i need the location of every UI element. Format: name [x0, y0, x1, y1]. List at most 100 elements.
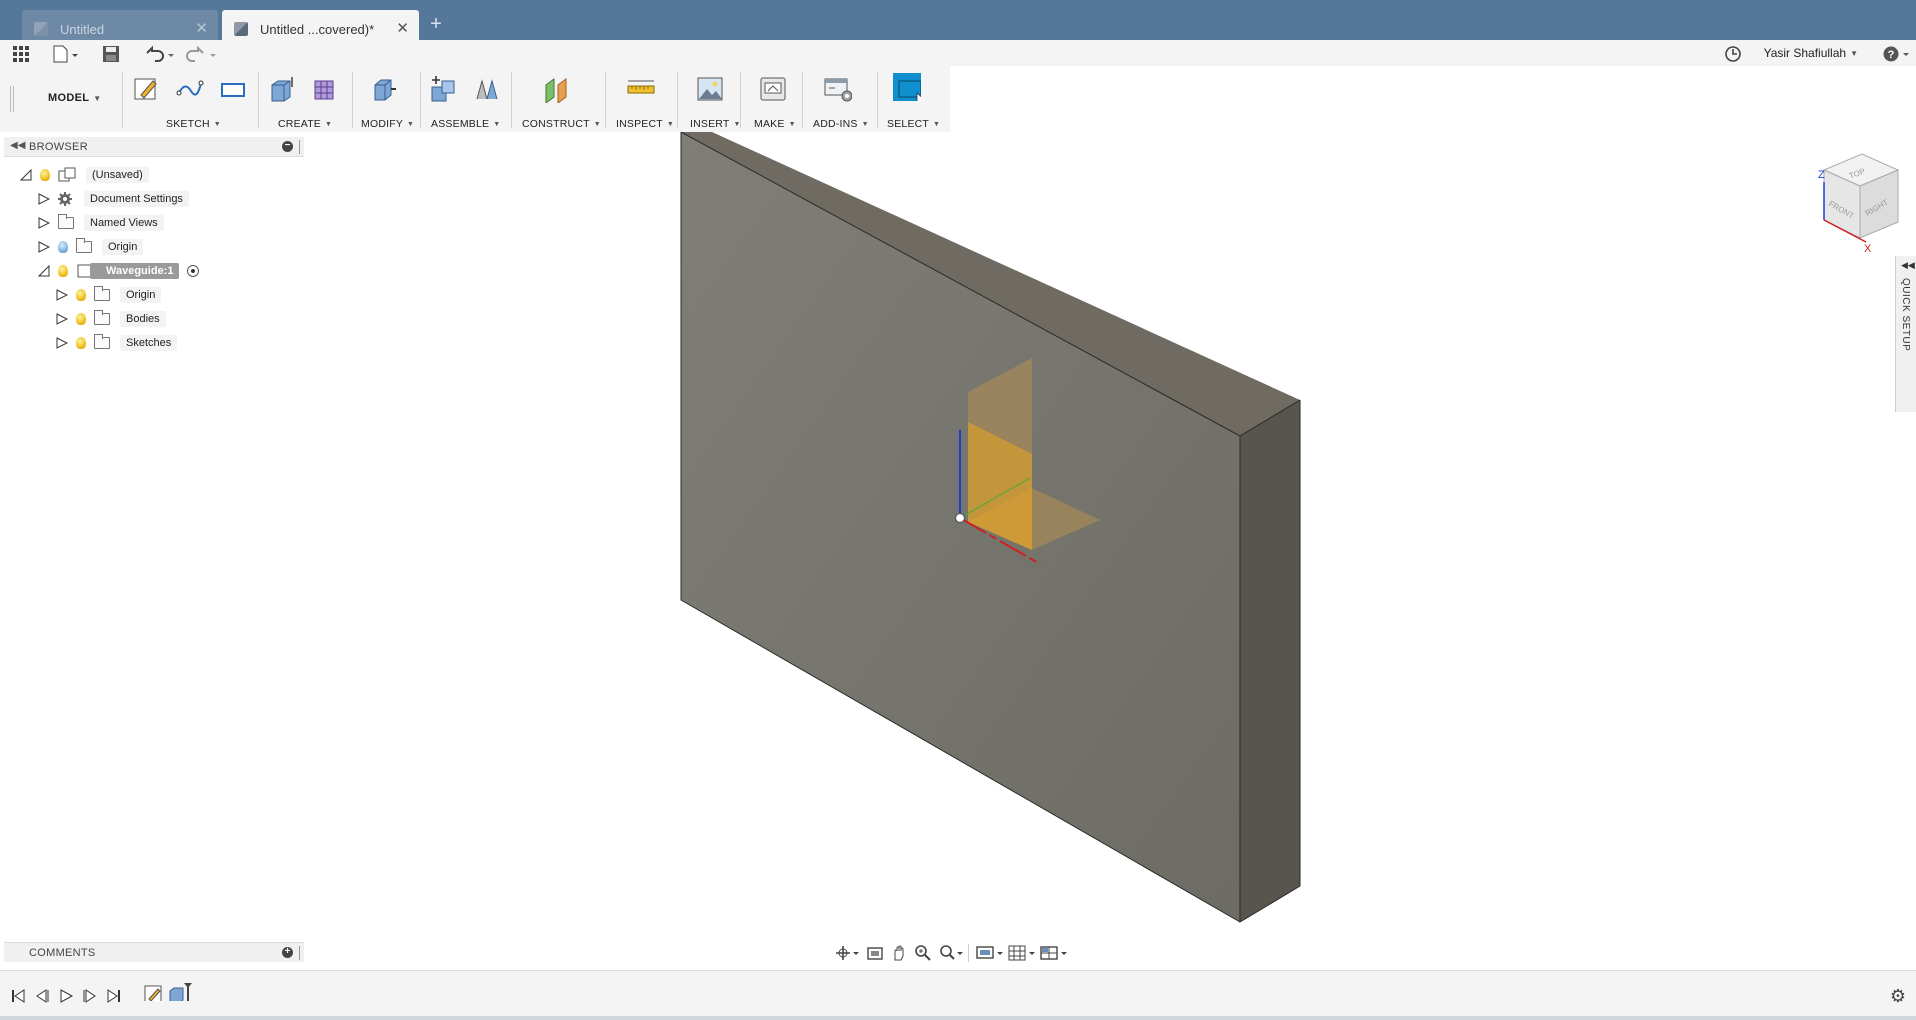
timeline-settings-gear-icon[interactable]: ⚙ — [1890, 986, 1906, 1007]
tree-item-label: Named Views — [84, 215, 164, 231]
go-to-start-icon[interactable] — [10, 987, 26, 1005]
tree-item-named-views[interactable]: Named Views — [38, 213, 164, 233]
quick-setup-panel-tab[interactable]: ◀◀ QUICK SETUP — [1895, 256, 1916, 412]
add-ins-menu[interactable]: ADD-INS ▼ — [813, 118, 869, 130]
orbit-icon[interactable] — [834, 944, 860, 962]
rectangle-tool-icon[interactable] — [219, 75, 247, 103]
close-icon[interactable]: ✕ — [396, 20, 409, 38]
collapsed-triangle-icon[interactable] — [56, 337, 68, 349]
toolbar-divider — [677, 72, 678, 128]
look-at-icon[interactable] — [866, 944, 884, 962]
play-icon[interactable] — [58, 987, 74, 1005]
viewports-icon[interactable] — [1040, 944, 1068, 962]
close-icon[interactable]: ✕ — [195, 20, 208, 38]
collapsed-triangle-icon[interactable] — [56, 289, 68, 301]
visibility-bulb-icon[interactable] — [40, 169, 50, 181]
add-comment-icon[interactable]: + — [282, 947, 293, 958]
form-icon[interactable] — [311, 75, 339, 103]
tree-item-origin[interactable]: Origin — [38, 237, 144, 257]
scripts-addins-icon[interactable] — [824, 75, 852, 103]
select-menu[interactable]: SELECT ▼ — [887, 118, 940, 130]
offset-plane-icon[interactable] — [543, 75, 571, 103]
step-back-icon[interactable] — [34, 987, 50, 1005]
timeline-extrude-feature-icon[interactable] — [168, 983, 196, 1001]
comments-panel-header[interactable]: COMMENTS + — [4, 942, 304, 962]
press-pull-icon[interactable] — [370, 75, 398, 103]
tree-item-bodies[interactable]: Bodies — [56, 309, 166, 329]
visibility-bulb-icon[interactable] — [76, 289, 86, 301]
browser-panel-header[interactable]: ◀◀ BROWSER − — [4, 137, 304, 157]
redo-icon[interactable] — [186, 45, 218, 63]
inspect-menu[interactable]: INSPECT ▼ — [616, 118, 674, 130]
origin-point[interactable] — [954, 512, 966, 524]
create-menu[interactable]: CREATE ▼ — [278, 118, 332, 130]
expanded-triangle-icon[interactable] — [38, 265, 50, 277]
user-account-menu[interactable]: Yasir Shafiullah ▼ — [1764, 46, 1858, 60]
tree-item-document-settings[interactable]: Document Settings — [38, 189, 189, 209]
pin-icon[interactable] — [299, 946, 302, 960]
toolbar-divider — [802, 72, 803, 128]
component-icon — [58, 167, 76, 182]
construct-menu[interactable]: CONSTRUCT ▼ — [522, 118, 601, 130]
apps-grid-icon[interactable] — [12, 45, 30, 63]
pin-icon[interactable] — [299, 140, 302, 154]
collapsed-triangle-icon[interactable] — [56, 313, 68, 325]
new-tab-button[interactable]: + — [423, 12, 449, 38]
activate-component-radio[interactable] — [187, 265, 200, 277]
3d-print-icon[interactable] — [759, 75, 787, 103]
job-status-clock-icon[interactable] — [1724, 45, 1742, 63]
toolbar-grip[interactable] — [10, 86, 14, 112]
minimize-icon[interactable]: − — [282, 141, 293, 152]
chevron-down-icon: ▼ — [407, 120, 415, 128]
app-window: Untitled ✕ Untitled ...covered)* ✕ + Yas… — [0, 0, 1916, 1020]
zoom-icon[interactable] — [914, 944, 932, 962]
body-side-face[interactable] — [1240, 400, 1300, 922]
collapsed-triangle-icon[interactable] — [38, 193, 50, 205]
fit-zoom-icon[interactable] — [938, 944, 964, 962]
extrude-icon[interactable] — [268, 75, 296, 103]
measure-icon[interactable] — [627, 75, 655, 103]
tree-item-sketches[interactable]: Sketches — [56, 333, 178, 353]
tree-item-component-origin[interactable]: Origin — [56, 285, 162, 305]
sketch-menu[interactable]: SKETCH ▼ — [166, 118, 221, 130]
undo-icon[interactable] — [144, 45, 176, 63]
visibility-bulb-icon[interactable] — [58, 265, 68, 277]
timeline-sketch-feature-icon[interactable] — [144, 983, 164, 1001]
grid-settings-icon[interactable] — [1008, 944, 1036, 962]
make-label: MAKE — [754, 118, 785, 130]
joint-icon[interactable] — [473, 75, 501, 103]
sketch-label: SKETCH — [166, 118, 210, 130]
make-menu[interactable]: MAKE ▼ — [754, 118, 796, 130]
collapsed-triangle-icon[interactable] — [38, 217, 50, 229]
select-tool-icon[interactable] — [893, 73, 921, 101]
tree-item-root[interactable]: (Unsaved) — [20, 165, 149, 185]
insert-image-icon[interactable] — [696, 75, 724, 103]
expanded-triangle-icon[interactable] — [20, 169, 32, 181]
view-cube[interactable]: TOP FRONT RIGHT Z X — [1818, 153, 1900, 255]
create-label: CREATE — [278, 118, 322, 130]
file-menu-icon[interactable] — [52, 45, 80, 63]
workspace-label: MODEL — [48, 92, 90, 104]
go-to-end-icon[interactable] — [106, 987, 122, 1005]
expand-panel-icon[interactable]: ◀◀ — [1901, 260, 1915, 271]
step-forward-icon[interactable] — [82, 987, 98, 1005]
create-sketch-icon[interactable] — [133, 75, 161, 103]
collapse-panel-icon[interactable]: ◀◀ — [10, 140, 25, 151]
workspace-switcher[interactable]: MODEL ▼ — [48, 92, 101, 104]
line-tool-icon[interactable] — [176, 75, 204, 103]
inspect-label: INSPECT — [616, 118, 663, 130]
new-component-icon[interactable] — [430, 75, 458, 103]
collapsed-triangle-icon[interactable] — [38, 241, 50, 253]
tree-item-waveguide-component[interactable]: Waveguide:1 — [38, 261, 200, 281]
visibility-bulb-icon[interactable] — [76, 313, 86, 325]
modify-menu[interactable]: MODIFY ▼ — [361, 118, 414, 130]
assemble-menu[interactable]: ASSEMBLE ▼ — [431, 118, 500, 130]
visibility-bulb-icon[interactable] — [58, 241, 68, 253]
insert-menu[interactable]: INSERT ▼ — [690, 118, 741, 130]
model-viewport[interactable]: TOP FRONT RIGHT Z X — [0, 132, 1916, 932]
save-icon[interactable] — [102, 45, 120, 63]
visibility-bulb-icon[interactable] — [76, 337, 86, 349]
help-icon[interactable]: ? — [1882, 45, 1912, 63]
display-settings-icon[interactable] — [976, 944, 1004, 962]
pan-hand-icon[interactable] — [890, 944, 908, 962]
